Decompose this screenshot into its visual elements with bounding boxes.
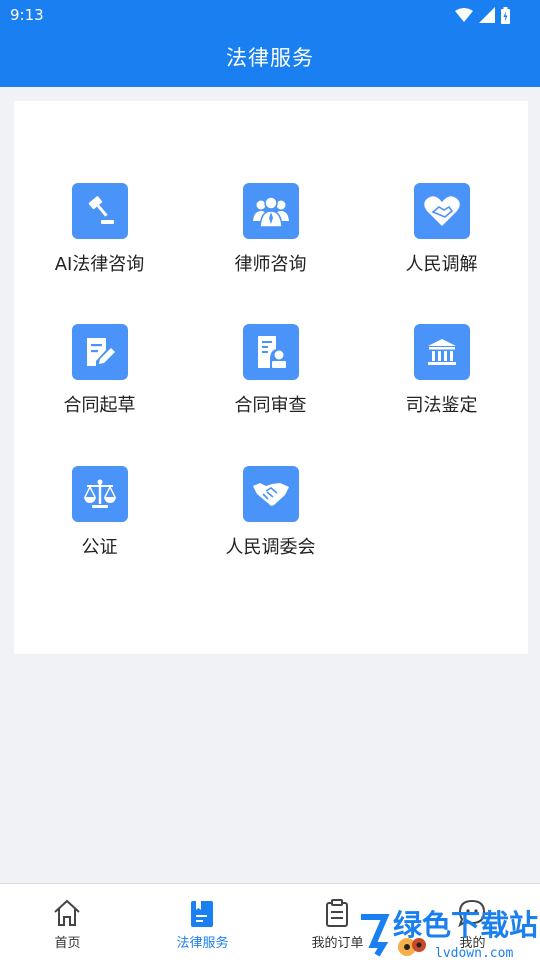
service-label: 合同起草 <box>63 395 136 416</box>
status-time: 9:13 <box>10 6 44 24</box>
signal-icon <box>479 7 495 23</box>
handshake-icon <box>243 466 299 522</box>
service-contract-draft[interactable]: 合同起草 <box>14 324 185 434</box>
tab-label: 首页 <box>54 936 81 951</box>
services-panel: AI法律咨询 律师咨询 人民调解 合同起草 合同审查 司法鉴定 公证 人民调委会 <box>14 101 528 654</box>
lawyer-group-icon <box>243 183 299 239</box>
service-mediation-committee[interactable]: 人民调委会 <box>185 466 356 576</box>
service-label: 公证 <box>81 537 118 558</box>
service-contract-review[interactable]: 合同审查 <box>185 324 356 434</box>
service-label: 合同审查 <box>234 395 307 416</box>
tab-label: 法律服务 <box>176 936 229 951</box>
service-label: 人民调委会 <box>225 537 316 558</box>
page-title: 法律服务 <box>226 46 314 70</box>
watermark-title: 绿色下载站 <box>393 908 538 942</box>
service-lawyer-consult[interactable]: 律师咨询 <box>185 183 356 293</box>
wifi-icon <box>455 8 473 22</box>
document-edit-icon <box>72 324 128 380</box>
service-label: 人民调解 <box>405 254 478 275</box>
service-mediation[interactable]: 人民调解 <box>356 183 527 293</box>
app-bar: 法律服务 <box>0 30 540 87</box>
tab-legal-services[interactable]: 法律服务 <box>135 884 270 960</box>
tab-home[interactable]: 首页 <box>0 884 135 960</box>
status-bar: 9:13 <box>0 0 540 30</box>
law-book-icon <box>191 901 213 927</box>
service-notarization[interactable]: 公证 <box>14 466 185 576</box>
scales-icon <box>72 466 128 522</box>
battery-icon <box>501 6 510 24</box>
heart-handshake-icon <box>414 183 470 239</box>
document-review-icon <box>243 324 299 380</box>
service-ai-legal-consult[interactable]: AI法律咨询 <box>14 183 185 293</box>
watermark-url: lvdown.com <box>435 946 513 960</box>
service-label: AI法律咨询 <box>54 254 145 275</box>
courthouse-icon <box>414 324 470 380</box>
status-icons <box>455 6 510 24</box>
service-label: 司法鉴定 <box>405 395 478 416</box>
clipboard-icon <box>326 899 348 927</box>
service-label: 律师咨询 <box>234 254 307 275</box>
service-judicial-appraisal[interactable]: 司法鉴定 <box>356 324 527 434</box>
gavel-icon <box>72 183 128 239</box>
watermark-logo: 绿色下载站 lvdown.com <box>355 905 540 960</box>
home-icon <box>54 899 80 926</box>
